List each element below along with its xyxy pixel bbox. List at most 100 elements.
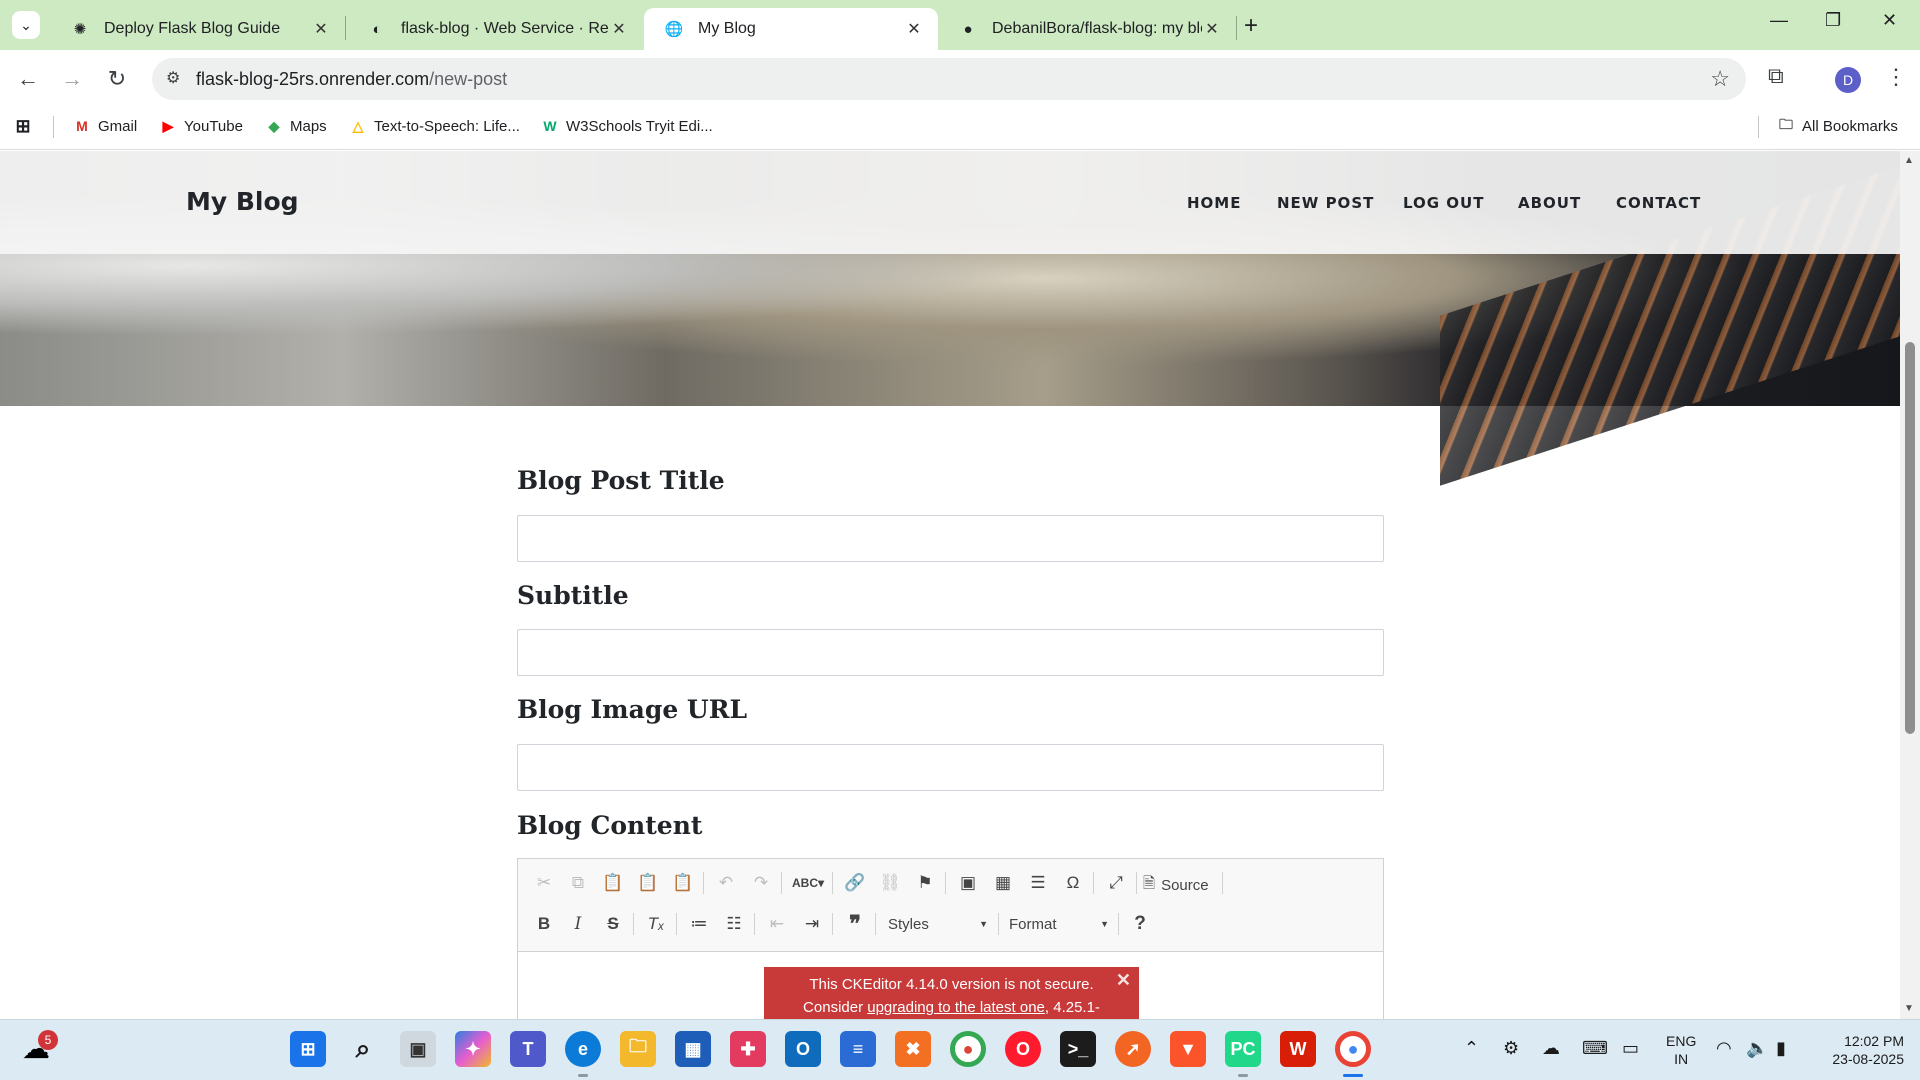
profile-avatar[interactable]: D [1835,67,1861,93]
outdent-icon[interactable]: ⇤ [763,910,791,938]
tab-github-flask-blog[interactable]: ● DebanilBora/flask-blog: my blog ✕ [938,8,1236,50]
strikethrough-icon[interactable]: S [599,910,627,938]
notepad-icon[interactable]: ≡ [840,1031,876,1067]
menu-icon[interactable]: ⋮ [1885,64,1907,90]
teams-icon[interactable]: T [510,1031,546,1067]
minimize-button[interactable]: — [1770,10,1788,31]
address-bar[interactable]: ⚙ flask-blog-25rs.onrender.com/new-post … [152,58,1746,100]
brave-icon[interactable]: ▼ [1170,1031,1206,1067]
paste-word-icon[interactable]: 📋 [669,869,697,897]
nav-new-post[interactable]: NEW POST [1277,194,1374,212]
format-dropdown[interactable]: Format ▼ [1009,910,1109,938]
horizontal-line-icon[interactable]: ☰ [1024,869,1052,897]
remove-format-icon[interactable]: Tₓ [642,910,670,938]
tab-search-button[interactable]: ⌄ [12,11,40,39]
close-window-button[interactable]: ✕ [1882,10,1897,31]
bookmark-maps[interactable]: ◆ Maps [264,116,327,136]
numbered-list-icon[interactable]: ≔ [685,910,713,938]
input-language[interactable]: ENG IN [1666,1032,1696,1068]
anchor-flag-icon[interactable]: ⚑ [911,869,939,897]
redo-icon[interactable]: ↷ [747,869,775,897]
new-tab-button[interactable]: + [1244,12,1258,40]
system-clock[interactable]: 12:02 PM 23-08-2025 [1812,1032,1904,1068]
chrome-icon[interactable]: ● [950,1031,986,1067]
reload-button[interactable]: ↻ [101,63,133,95]
paste-icon[interactable]: 📋 [599,869,627,897]
forward-button[interactable]: → [56,63,88,95]
tray-app-icon[interactable]: ⚙ [1503,1038,1519,1059]
blockquote-icon[interactable]: ❞ [841,910,869,938]
bookmark-w3schools[interactable]: W W3Schools Tryit Edi... [540,116,712,136]
upgrade-link[interactable]: upgrading to the latest one [867,999,1045,1016]
bookmark-star-icon[interactable]: ☆ [1710,66,1730,92]
styles-dropdown[interactable]: Styles ▼ [888,910,988,938]
tab-my-blog[interactable]: 🌐 My Blog ✕ [644,8,938,50]
restore-button[interactable]: ❐ [1825,10,1841,31]
maximize-icon[interactable]: ⤢ [1102,869,1130,897]
table-icon[interactable]: ▦ [989,869,1017,897]
wps-office-icon[interactable]: W [1280,1031,1316,1067]
battery-icon[interactable]: ▮ [1776,1038,1786,1059]
source-button[interactable]: 🗎 Source [1143,873,1209,898]
copilot-icon[interactable]: ✦ [455,1031,491,1067]
scroll-down-arrow-icon[interactable]: ▼ [1904,1003,1914,1014]
spellcheck-icon[interactable]: ABC▾ [790,869,826,897]
image-icon[interactable]: ▣ [954,869,982,897]
keyboard-icon[interactable]: ⌨ [1582,1038,1608,1059]
copy-icon[interactable]: ⧉ [564,869,592,897]
start-windows-icon[interactable]: ⊞ [290,1031,326,1067]
help-icon[interactable]: ? [1126,910,1154,938]
link-icon[interactable]: 🔗 [841,869,869,897]
nav-about[interactable]: ABOUT [1518,194,1581,212]
gift-icon[interactable]: ✚ [730,1031,766,1067]
extensions-icon[interactable]: ⧉ [1768,63,1784,89]
close-icon[interactable]: ✕ [904,19,924,39]
italic-icon[interactable]: I [564,910,592,938]
nav-log-out[interactable]: LOG OUT [1403,194,1484,212]
image-url-input[interactable] [517,744,1384,791]
close-icon[interactable]: ✕ [311,19,331,39]
chrome-profile-icon[interactable]: ● [1335,1031,1371,1067]
tab-deploy-flask-blog-guide[interactable]: ✺ Deploy Flask Blog Guide ✕ [50,8,345,50]
microsoft-store-icon[interactable]: ▦ [675,1031,711,1067]
paste-text-icon[interactable]: 📋 [634,869,662,897]
scroll-up-arrow-icon[interactable]: ▲ [1904,155,1914,166]
indent-icon[interactable]: ⇥ [798,910,826,938]
scroll-thumb[interactable] [1905,342,1915,734]
bookmark-text-to-speech[interactable]: △ Text-to-Speech: Life... [348,116,520,136]
page-scrollbar[interactable]: ▲ ▼ [1900,151,1920,1019]
task-view-icon[interactable]: ▣ [400,1031,436,1067]
search-icon[interactable]: ⌕ [345,1031,381,1067]
wifi-icon[interactable]: ◠ [1716,1038,1732,1059]
bookmark-youtube[interactable]: ▶ YouTube [158,116,243,136]
back-button[interactable]: ← [12,63,44,95]
special-char-icon[interactable]: Ω [1059,869,1087,897]
apps-button[interactable]: ⊞ [13,116,39,136]
postman-icon[interactable]: ➚ [1115,1031,1151,1067]
unlink-icon[interactable]: ⛓ [876,869,904,897]
all-bookmarks-button[interactable]: 🗀 All Bookmarks [1776,116,1898,136]
edge-icon[interactable]: e [565,1031,601,1067]
undo-icon[interactable]: ↶ [712,869,740,897]
touchpad-icon[interactable]: ▭ [1622,1038,1639,1059]
terminal-icon[interactable]: >_ [1060,1031,1096,1067]
site-brand[interactable]: My Blog [186,187,299,216]
cut-icon[interactable]: ✂ [530,869,558,897]
bulleted-list-icon[interactable]: ☷ [720,910,748,938]
close-icon[interactable]: ✕ [609,19,629,39]
xampp-icon[interactable]: ✖ [895,1031,931,1067]
close-warning-icon[interactable]: ✕ [1116,969,1131,992]
bold-icon[interactable]: B [530,910,558,938]
volume-icon[interactable]: 🔈 [1746,1038,1768,1059]
close-icon[interactable]: ✕ [1202,19,1222,39]
nav-contact[interactable]: CONTACT [1616,194,1701,212]
opera-icon[interactable]: O [1005,1031,1041,1067]
pycharm-icon[interactable]: PC [1225,1031,1261,1067]
file-explorer-icon[interactable]: 🗀 [620,1031,656,1067]
title-input[interactable] [517,515,1384,562]
tray-overflow-chevron-icon[interactable]: ⌃ [1464,1038,1479,1059]
site-info-icon[interactable]: ⚙ [166,68,180,88]
outlook-icon[interactable]: O [785,1031,821,1067]
nav-home[interactable]: HOME [1187,194,1241,212]
tab-flask-blog-render[interactable]: ◐ flask-blog · Web Service · Render ✕ [347,8,643,50]
